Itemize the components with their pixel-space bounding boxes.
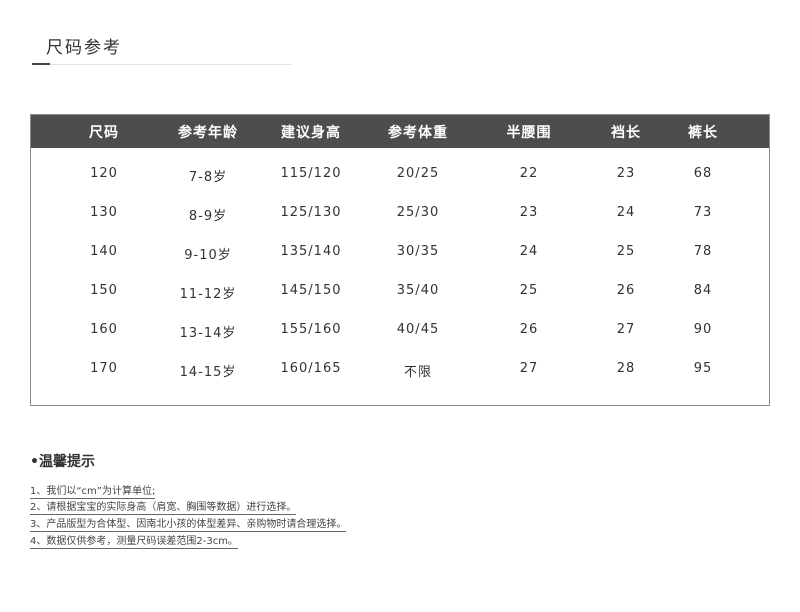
- table-cell: 20/25: [396, 166, 440, 181]
- table-cell: 84: [693, 283, 713, 298]
- table-cell: 11-12岁: [179, 287, 237, 302]
- table-cell: 26: [616, 283, 636, 298]
- table-cell: 155/160: [280, 322, 342, 337]
- table-cell: 24: [616, 205, 636, 220]
- table-cell: 78: [693, 244, 713, 259]
- table-cell: 140: [90, 244, 118, 259]
- table-cell: 22: [519, 166, 539, 181]
- table-cell: 8-9岁: [188, 209, 228, 224]
- column-header: 裤长: [688, 125, 718, 141]
- table-cell: 130: [90, 205, 118, 220]
- tip-item: 1、我们以“cm”为计算单位;: [30, 482, 156, 499]
- table-cell: 125/130: [280, 205, 342, 220]
- table-cell: 40/45: [396, 322, 440, 337]
- table-cell: 不限: [403, 365, 433, 380]
- size-table: 尺码 参考年龄 建议身高 参考体重 半腰围 裆长 裤长 120 7-8岁 115/120 20/2…: [30, 114, 770, 406]
- table-cell: 27: [616, 322, 636, 337]
- column-header: 裆长: [611, 125, 641, 141]
- table-cell: 24: [519, 244, 539, 259]
- table-cell: 7-8岁: [188, 170, 228, 185]
- page-title: 尺码参考: [46, 38, 122, 58]
- table-cell: 90: [693, 322, 713, 337]
- table-cell: 95: [693, 361, 713, 376]
- tip-item: 4、数据仅供参考，测量尺码误差范围2-3cm。: [30, 532, 238, 549]
- column-header: 尺码: [89, 125, 119, 141]
- table-cell: 28: [616, 361, 636, 376]
- table-cell: 135/140: [280, 244, 342, 259]
- table-cell: 25: [519, 283, 539, 298]
- title-divider: [32, 64, 292, 65]
- column-header: 参考年龄: [178, 125, 238, 141]
- table-cell: 160/165: [280, 361, 342, 376]
- table-cell: 14-15岁: [179, 365, 237, 380]
- table-cell: 160: [90, 322, 118, 337]
- tip-item: 2、请根据宝宝的实际身高（肩宽、胸围等数据）进行选择。: [30, 498, 297, 515]
- table-cell: 25: [616, 244, 636, 259]
- table-cell: 73: [693, 205, 713, 220]
- table-cell: 115/120: [280, 166, 342, 181]
- tip-item: 3、产品版型为合体型、因南北小孩的体型差异、亲购物时请合理选择。: [30, 515, 347, 532]
- tips-title: •温馨提示: [30, 454, 95, 470]
- table-cell: 30/35: [396, 244, 440, 259]
- table-cell: 68: [693, 166, 713, 181]
- title-accent-mark: [32, 63, 50, 65]
- table-cell: 145/150: [280, 283, 342, 298]
- column-header: 建议身高: [281, 125, 341, 141]
- table-header: 尺码 参考年龄 建议身高 参考体重 半腰围 裆长 裤长: [31, 115, 769, 148]
- column-header: 参考体重: [388, 125, 448, 141]
- table-cell: 25/30: [396, 205, 440, 220]
- table-cell: 23: [616, 166, 636, 181]
- table-cell: 170: [90, 361, 118, 376]
- table-cell: 120: [90, 166, 118, 181]
- table-cell: 13-14岁: [179, 326, 237, 341]
- table-cell: 27: [519, 361, 539, 376]
- table-cell: 26: [519, 322, 539, 337]
- table-cell: 23: [519, 205, 539, 220]
- table-cell: 9-10岁: [184, 248, 232, 263]
- column-header: 半腰围: [506, 125, 552, 141]
- table-cell: 150: [90, 283, 118, 298]
- table-cell: 35/40: [396, 283, 440, 298]
